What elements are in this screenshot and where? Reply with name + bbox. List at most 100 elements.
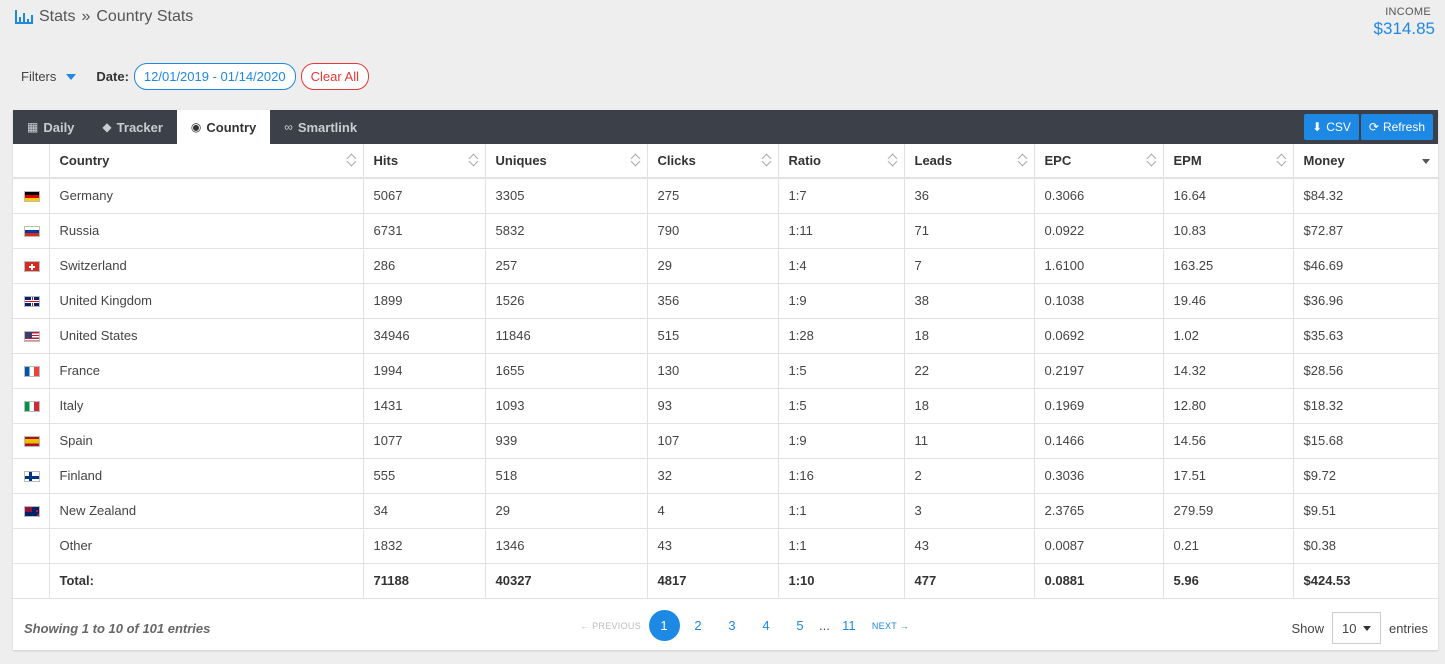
column-header-uniques[interactable]: Uniques (485, 144, 648, 179)
page-title: Country Stats (96, 8, 194, 25)
total-cell: 5.96 (1163, 563, 1294, 599)
table-cell: 1:4 (778, 248, 905, 284)
column-header-epm[interactable]: EPM (1163, 144, 1294, 179)
table-cell: Russia (49, 213, 364, 249)
table-actions: ⬇ CSV ⟳ Refresh (1304, 114, 1433, 140)
page-button-5[interactable]: 5 (785, 610, 816, 641)
table-cell: 11846 (485, 318, 648, 354)
column-header-country[interactable]: Country (49, 144, 364, 179)
flag-cell (13, 248, 50, 284)
table-cell: 790 (647, 213, 779, 249)
table-cell: 1655 (485, 353, 648, 389)
table-cell: 34 (363, 493, 486, 529)
tab-tracker[interactable]: ◆ Tracker (88, 110, 177, 144)
table-cell: 257 (485, 248, 648, 284)
table-cell: 71 (904, 213, 1035, 249)
table-cell: 1.6100 (1034, 248, 1164, 284)
date-range-picker[interactable]: 12/01/2019 - 01/14/2020 (133, 63, 296, 90)
table-cell: Italy (49, 388, 364, 424)
table-row: United States 34946 11846 515 1:28 18 0.0692 1.… (13, 318, 1438, 354)
pagination: ← PREVIOUS 1 2 3 4 5 ... 11 NEXT → (580, 610, 909, 641)
table-cell: Finland (49, 458, 364, 494)
breadcrumb-root[interactable]: Stats (39, 8, 75, 26)
page-button-last[interactable]: 11 (833, 610, 864, 641)
page-button-3[interactable]: 3 (717, 610, 748, 641)
column-header-clicks[interactable]: Clicks (647, 144, 779, 179)
csv-button[interactable]: ⬇ CSV (1304, 114, 1359, 140)
table-footer: Showing 1 to 10 of 101 entries ← PREVIOU… (13, 607, 1438, 650)
table-cell: 0.1466 (1034, 423, 1164, 459)
column-header-hits[interactable]: Hits (363, 144, 486, 179)
page-length-value: 10 (1341, 620, 1357, 636)
table-cell: 0.1038 (1034, 283, 1164, 319)
flag-ch-icon (24, 261, 40, 273)
table-cell: 1526 (485, 283, 648, 319)
tab-country[interactable]: ◉ Country (176, 110, 271, 144)
table-cell: 0.0692 (1034, 318, 1164, 354)
column-header-epc[interactable]: EPC (1034, 144, 1164, 179)
table-cell: 14.56 (1163, 423, 1294, 459)
flag-fi-icon (24, 471, 40, 483)
table-row: New Zealand 34 29 4 1:1 3 2.3765 279.59 $9.51 (13, 493, 1438, 529)
table-cell: 1899 (363, 283, 486, 319)
previous-page-button[interactable]: ← PREVIOUS (580, 621, 641, 631)
table-cell: 11 (904, 423, 1035, 459)
table-cell: $84.32 (1293, 178, 1438, 214)
total-cell: Total: (49, 563, 364, 599)
flag-column-header (13, 144, 50, 179)
flag-cell (13, 283, 50, 319)
column-label: Hits (373, 153, 399, 168)
table-row: Switzerland 286 257 29 1:4 7 1.6100 163.25 $46.6… (13, 248, 1438, 284)
table-cell: 275 (647, 178, 779, 214)
table-cell: 22 (904, 353, 1035, 389)
chevron-down-icon[interactable] (66, 73, 77, 80)
page-button-4[interactable]: 4 (751, 610, 782, 641)
table-cell: 2 (904, 458, 1035, 494)
page-button-2[interactable]: 2 (683, 610, 714, 641)
sort-icon (762, 154, 770, 166)
table-header-row: Country Hits Uniques Clicks Ratio Leads … (13, 144, 1438, 179)
column-header-ratio[interactable]: Ratio (778, 144, 905, 179)
tab-smartlink[interactable]: ∞ Smartlink (270, 110, 371, 144)
table-cell: 18 (904, 388, 1035, 424)
next-page-button[interactable]: NEXT → (872, 621, 909, 631)
sort-icon (888, 154, 896, 166)
download-icon: ⬇ (1312, 120, 1323, 134)
globe-icon: ◉ (190, 120, 202, 134)
table-cell: United States (49, 318, 364, 354)
column-header-leads[interactable]: Leads (904, 144, 1035, 179)
table-cell: $9.51 (1293, 493, 1438, 529)
total-cell: 71188 (363, 563, 486, 599)
table-cell: 43 (647, 528, 779, 564)
clear-all-button[interactable]: Clear All (300, 63, 370, 90)
sort-icon (1277, 154, 1285, 166)
filters-toggle[interactable]: Filters (21, 69, 56, 84)
refresh-label: Refresh (1382, 120, 1425, 134)
table-cell: United Kingdom (49, 283, 364, 319)
tab-label: Tracker (116, 119, 163, 135)
table-cell: 107 (647, 423, 779, 459)
table-cell: 1:1 (778, 493, 905, 529)
table-cell: 1346 (485, 528, 648, 564)
table-cell: 939 (485, 423, 648, 459)
table-cell: 518 (485, 458, 648, 494)
flag-cell (13, 423, 50, 459)
table-row: Finland 555 518 32 1:16 2 0.3036 17.51 $9.72 (13, 458, 1438, 494)
page-button-1[interactable]: 1 (648, 610, 680, 641)
total-cell: 4817 (647, 563, 779, 599)
table-cell: 555 (363, 458, 486, 494)
breadcrumb: Stats » Country Stats (15, 8, 193, 26)
sort-icon (469, 154, 477, 166)
table-cell: 93 (647, 388, 779, 424)
table-cell: 10.83 (1163, 213, 1294, 249)
total-cell: 0.0881 (1034, 563, 1164, 599)
calendar-icon: ▦ (27, 120, 39, 134)
table-cell: Germany (49, 178, 364, 214)
refresh-button[interactable]: ⟳ Refresh (1360, 114, 1433, 140)
table-cell: 1:11 (778, 213, 905, 249)
table-cell: Other (49, 528, 364, 564)
column-header-money[interactable]: Money (1293, 144, 1438, 179)
tab-daily[interactable]: ▦ Daily (13, 110, 88, 144)
table-cell: 0.3036 (1034, 458, 1164, 494)
page-length-select[interactable]: 10 (1331, 612, 1381, 644)
